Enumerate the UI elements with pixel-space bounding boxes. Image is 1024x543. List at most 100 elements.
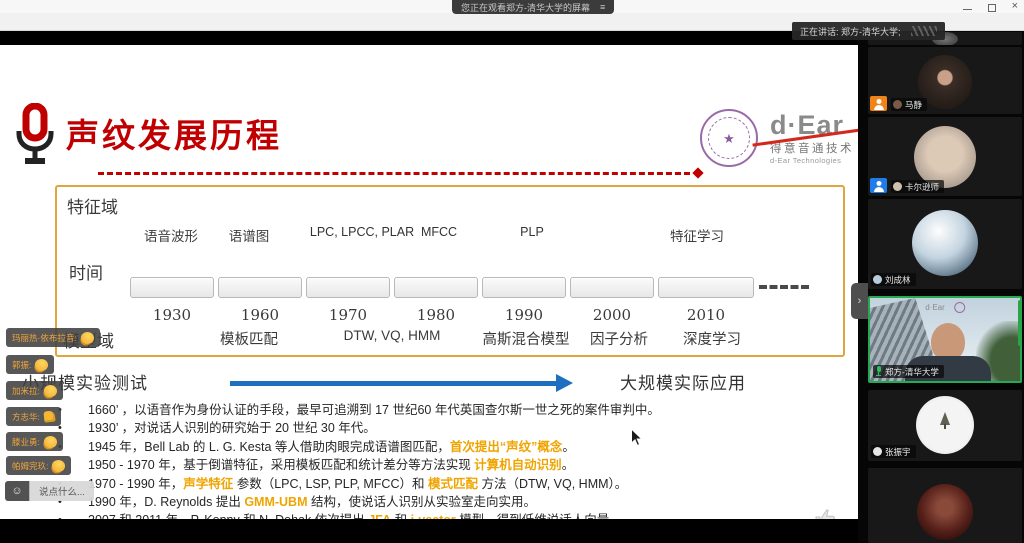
participant-name-badge: 郑方-清华大学 bbox=[873, 365, 944, 378]
sidebar-scrollbar[interactable] bbox=[1018, 300, 1022, 346]
bullet-item: •1990 年，D. Reynolds 提出 GMM-UBM 结构，使说话人识别… bbox=[48, 493, 852, 511]
participant-tile[interactable]: 卡尔逊师 bbox=[868, 117, 1022, 196]
timeline-bar bbox=[482, 277, 566, 298]
reaction-bubble: 帕姆完玖: bbox=[6, 456, 71, 475]
timeline-model-label: DTW, VQ, HMM bbox=[344, 328, 441, 343]
profile-badge-icon bbox=[870, 96, 887, 111]
timeline-bar bbox=[394, 277, 478, 298]
participant-tile[interactable]: 张振宇 bbox=[868, 390, 1022, 461]
timeline-year-label: 1960 bbox=[241, 306, 279, 324]
timeline-feature-label: 特征学习 bbox=[670, 225, 724, 245]
timeline-feature-label: 语谱图 bbox=[229, 225, 270, 245]
timeline-year-label: 1990 bbox=[505, 306, 543, 324]
timeline-bar bbox=[130, 277, 214, 298]
participant-tile[interactable]: d·Ear郑方-清华大学 bbox=[868, 296, 1022, 383]
tsinghua-seal-logo: ★ bbox=[700, 109, 758, 167]
dear-brand-en: d-Ear Technologies bbox=[770, 156, 858, 165]
participant-tile[interactable] bbox=[868, 468, 1022, 543]
bullet-item: •1950 - 1970 年，基于倒谱特征，采用模板匹配和统计差分等方法实现 计… bbox=[48, 456, 852, 474]
participant-name: 张振宇 bbox=[885, 446, 911, 458]
close-button[interactable]: × bbox=[1012, 1, 1018, 12]
watermark-logo bbox=[911, 26, 937, 36]
shared-screen-slide: 声纹发展历程 ★ d·Ear 得意音通技术 d-Ear Technologies… bbox=[0, 45, 858, 519]
timeline-feature-label: LPC, LPCC, PLAR bbox=[310, 225, 414, 239]
participant-name-badge: 卡尔逊师 bbox=[891, 180, 944, 193]
timeline-model-label: 模板匹配 bbox=[220, 328, 278, 349]
clap-emoji bbox=[43, 434, 59, 449]
time-label: 时间 bbox=[69, 259, 103, 284]
clap-emoji bbox=[51, 458, 67, 473]
timeline-year-label: 1970 bbox=[329, 306, 367, 324]
timeline-model-label: 因子分析 bbox=[590, 328, 648, 349]
transition-right-label: 大规模实际应用 bbox=[620, 369, 746, 394]
microphone-icon bbox=[14, 103, 56, 172]
restore-button[interactable] bbox=[988, 4, 996, 12]
thumbs-up-emoji bbox=[43, 410, 55, 422]
bullet-item: •1970 - 1990 年，声学特征 参数（LPC, LSP, PLP, MF… bbox=[48, 475, 852, 493]
like-button[interactable]: 1165 bbox=[808, 508, 844, 519]
slide-title: 声纹发展历程 bbox=[66, 109, 282, 157]
timeline-feature-label: 语音波形 bbox=[144, 225, 198, 245]
reaction-bubble: 玛丽热·依布拉音: bbox=[6, 328, 100, 347]
transition-arrow-head bbox=[556, 374, 573, 392]
participant-name: 刘成林 bbox=[885, 274, 911, 286]
dear-logo: d·Ear 得意音通技术 d-Ear Technologies bbox=[770, 111, 858, 165]
smiley-icon[interactable]: ☺ bbox=[5, 481, 29, 501]
timeline-year-label: 2010 bbox=[687, 306, 725, 324]
timeline-model-label: 深度学习 bbox=[683, 328, 741, 349]
reaction-bubble: 郭振: bbox=[6, 355, 54, 374]
avatar bbox=[916, 396, 974, 454]
sidebar-collapse-chevron[interactable]: › bbox=[851, 283, 868, 319]
participant-name: 卡尔逊师 bbox=[905, 181, 939, 193]
mic-on-icon bbox=[875, 366, 882, 377]
dear-brand-cn: 得意音通技术 bbox=[770, 140, 858, 156]
reaction-bubble: 方志华: bbox=[6, 407, 61, 426]
meeting-window: 您正在观看郑方-清华大学的屏幕 ≡ × i ✓ 者视图 ▾ 正在讲话: 郑方-清… bbox=[0, 0, 1024, 543]
thumbs-up-icon bbox=[814, 508, 838, 519]
underline-arrow bbox=[692, 167, 703, 178]
mouse-cursor bbox=[630, 428, 643, 452]
timeline-diagram: 特征域 时间 模型域 语音波形语谱图LPC, LPCC, PLARMFCCPLP… bbox=[55, 185, 845, 357]
bullet-item: •1945 年，Bell Lab 的 L. G. Kesta 等人借助肉眼完成语… bbox=[48, 438, 852, 456]
watching-banner-label: 您正在观看郑方-清华大学的屏幕 bbox=[461, 1, 590, 14]
participant-name-badge: 马静 bbox=[891, 98, 927, 111]
chat-input[interactable]: ☺ 说点什么... bbox=[5, 481, 94, 501]
bullet-list: •1660’ ，以语音作为身份认证的手段，最早可追溯到 17 世纪60 年代英国… bbox=[48, 401, 852, 519]
speaking-indicator-label: 正在讲话: 郑方-清华大学; bbox=[800, 25, 901, 38]
timeline-year-label: 2000 bbox=[593, 306, 631, 324]
transition-arrow bbox=[230, 381, 558, 386]
participant-name: 马静 bbox=[905, 99, 922, 111]
seal-star: ★ bbox=[723, 131, 735, 146]
timeline-feature-label: PLP bbox=[520, 225, 544, 239]
reaction-bubble: 滕业勇: bbox=[6, 432, 63, 451]
chat-placeholder[interactable]: 说点什么... bbox=[29, 481, 94, 501]
timeline-bar bbox=[658, 277, 754, 298]
window-controls: × bbox=[963, 1, 1018, 12]
timeline-model-label: 高斯混合模型 bbox=[483, 328, 570, 349]
hamburger-icon[interactable]: ≡ bbox=[600, 2, 605, 12]
bullet-item: •1930’ ，对说话人识别的研究始于 20 世纪 30 年代。 bbox=[48, 419, 852, 437]
bullet-item: •1660’ ，以语音作为身份认证的手段，最早可追溯到 17 世纪60 年代英国… bbox=[48, 401, 852, 419]
participant-name-badge: 张振宇 bbox=[871, 445, 916, 458]
avatar bbox=[912, 210, 978, 276]
participant-tile[interactable]: 刘成林 bbox=[868, 199, 1022, 289]
timeline-year-label: 1930 bbox=[153, 306, 191, 324]
watching-banner: 您正在观看郑方-清华大学的屏幕 ≡ bbox=[452, 0, 614, 14]
avatar bbox=[914, 126, 976, 188]
avatar bbox=[917, 484, 973, 540]
participant-name-badge: 刘成林 bbox=[871, 273, 916, 286]
speaking-indicator: 正在讲话: 郑方-清华大学; bbox=[792, 22, 945, 40]
participant-tile[interactable]: 马静 bbox=[868, 47, 1022, 114]
reaction-bubble: 加米拉: bbox=[6, 381, 63, 400]
feature-domain-label: 特征域 bbox=[67, 193, 118, 218]
participants-sidebar: 马静卡尔逊师刘成林 d·Ear郑方-清华大学张振宇 bbox=[858, 31, 1024, 543]
timeline-bar bbox=[306, 277, 390, 298]
profile-badge-icon bbox=[870, 178, 887, 193]
timeline-bar bbox=[570, 277, 654, 298]
timeline-bar bbox=[218, 277, 302, 298]
minimize-button[interactable] bbox=[963, 9, 972, 10]
clap-emoji bbox=[34, 357, 50, 372]
timeline-continuation-dashes bbox=[759, 285, 809, 289]
timeline-feature-label: MFCC bbox=[421, 225, 457, 239]
timeline-year-label: 1980 bbox=[417, 306, 455, 324]
